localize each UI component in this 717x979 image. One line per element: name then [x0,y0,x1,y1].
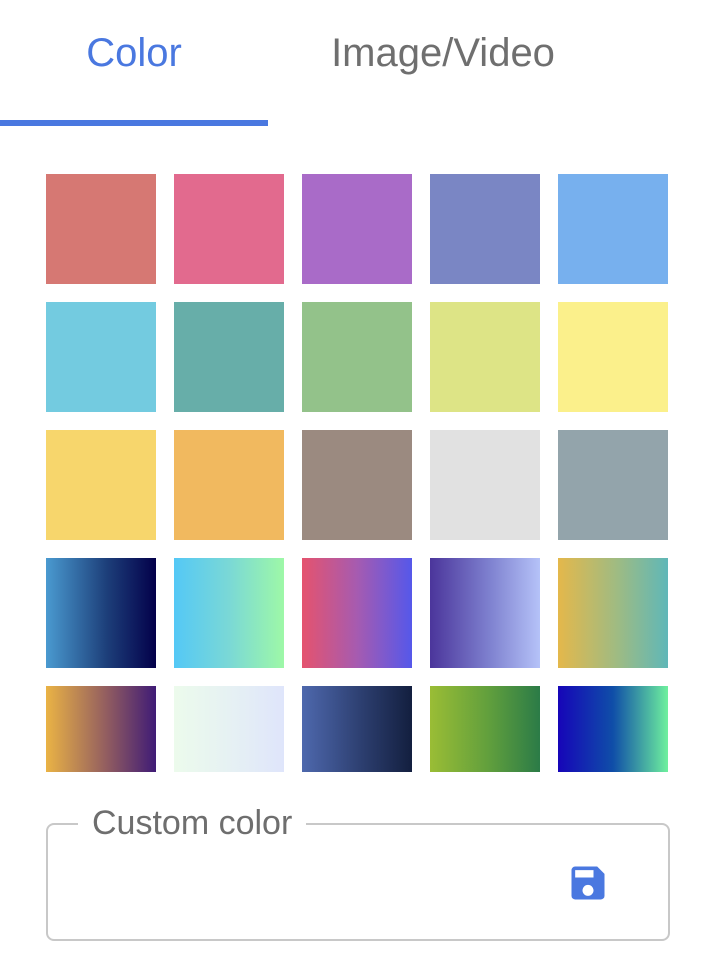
background-picker-panel: Color Image/Video Custom color [0,0,717,979]
swatch-cyan[interactable] [46,302,156,412]
color-swatch-grid [46,174,670,796]
tab-bar: Color Image/Video [0,0,717,126]
swatch-blue-gray[interactable] [558,430,668,540]
swatch-gradient-ocean[interactable] [46,558,156,668]
swatch-orange[interactable] [174,430,284,540]
swatch-red[interactable] [46,174,156,284]
swatch-amber[interactable] [46,430,156,540]
swatch-gradient-forest[interactable] [430,686,540,772]
swatch-gradient-cobalt-mint[interactable] [558,686,668,772]
save-button[interactable] [566,861,610,905]
tab-color[interactable]: Color [0,0,268,126]
swatch-teal[interactable] [174,302,284,412]
swatch-light-gray[interactable] [430,430,540,540]
custom-color-label: Custom color [78,801,307,845]
swatch-lime[interactable] [430,302,540,412]
tab-image-video[interactable]: Image/Video [268,0,618,126]
custom-color-field: Custom color [46,801,670,941]
swatch-yellow[interactable] [558,302,668,412]
swatch-gradient-violet-periwinkle[interactable] [430,558,540,668]
swatch-green[interactable] [302,302,412,412]
active-tab-indicator [0,120,268,126]
custom-color-input[interactable] [72,853,556,909]
swatch-pink[interactable] [174,174,284,284]
swatch-gradient-sky-mint[interactable] [174,558,284,668]
swatch-gradient-navy[interactable] [302,686,412,772]
swatch-gradient-mint-lavender[interactable] [174,686,284,772]
swatch-indigo[interactable] [430,174,540,284]
swatch-gradient-gold-teal[interactable] [558,558,668,668]
swatch-brown[interactable] [302,430,412,540]
swatch-gradient-sunset-violet[interactable] [46,686,156,772]
swatch-gradient-rose-blue[interactable] [302,558,412,668]
swatch-light-blue[interactable] [558,174,668,284]
save-icon [571,866,605,900]
swatch-purple[interactable] [302,174,412,284]
